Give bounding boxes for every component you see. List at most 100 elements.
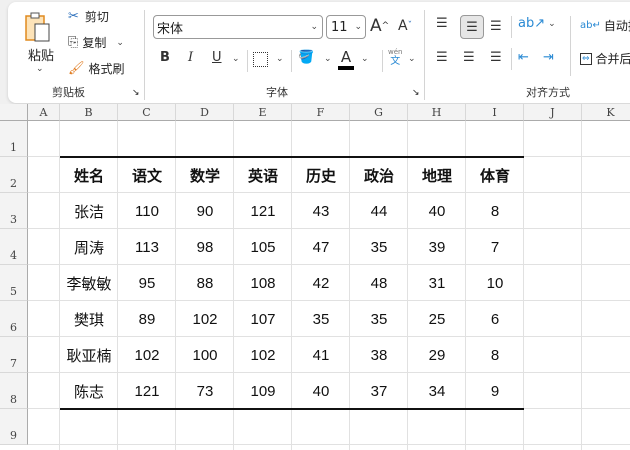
table-cell[interactable]: 73 [176,373,234,409]
table-cell[interactable]: 89 [118,301,176,337]
font-color-button[interactable]: A [338,48,354,70]
decrease-indent-button[interactable]: ⇤ [518,50,529,65]
column-header-E[interactable]: E [234,104,292,121]
font-color-dropdown-icon[interactable]: ⌄ [361,54,369,64]
table-cell[interactable]: 102 [234,337,292,373]
table-header-cell[interactable]: 历史 [292,157,350,193]
align-middle-button[interactable]: ☰ [460,15,484,39]
table-cell[interactable]: 10 [466,265,524,301]
table-cell[interactable]: 6 [466,301,524,337]
table-header-cell[interactable]: 姓名 [60,157,118,193]
table-cell[interactable]: 88 [176,265,234,301]
column-header-C[interactable]: C [118,104,176,121]
paste-dropdown-icon[interactable]: ⌄ [36,64,58,74]
table-cell[interactable]: 90 [176,193,234,229]
table-cell[interactable]: 95 [118,265,176,301]
table-header-cell[interactable]: 政治 [350,157,408,193]
table-cell[interactable]: 9 [466,373,524,409]
cut-button[interactable]: ✂ 剪切 [68,8,109,25]
align-right-button[interactable]: ☰ [490,50,502,65]
table-cell[interactable]: 44 [350,193,408,229]
table-cell[interactable]: 34 [408,373,466,409]
row-header-5[interactable]: 5 [0,265,28,301]
table-cell[interactable]: 樊琪 [60,301,118,337]
italic-button[interactable]: I [188,50,193,65]
table-cell[interactable]: 105 [234,229,292,265]
row-header-7[interactable]: 7 [0,337,28,373]
fill-dropdown-icon[interactable]: ⌄ [324,54,332,64]
borders-dropdown-icon[interactable]: ⌄ [276,54,284,64]
table-cell[interactable]: 35 [350,301,408,337]
table-cell[interactable]: 陈志 [60,373,118,409]
column-header-I[interactable]: I [466,104,524,121]
orientation-button[interactable]: ab↗ ⌄ [518,16,556,31]
table-cell[interactable]: 47 [292,229,350,265]
paste-button[interactable]: 粘贴 ⌄ [22,10,58,74]
table-cell[interactable]: 29 [408,337,466,373]
table-cell[interactable]: 121 [234,193,292,229]
table-cell[interactable]: 41 [292,337,350,373]
underline-button[interactable]: U [212,50,222,65]
table-cell[interactable]: 7 [466,229,524,265]
column-header-G[interactable]: G [350,104,408,121]
row-header-1[interactable]: 1 [0,121,28,157]
table-cell[interactable]: 35 [292,301,350,337]
table-header-cell[interactable]: 数学 [176,157,234,193]
table-cell[interactable]: 40 [292,373,350,409]
table-cell[interactable]: 102 [118,337,176,373]
format-painter-button[interactable]: 🖌 格式刷 [68,60,125,77]
table-cell[interactable]: 42 [292,265,350,301]
table-cell[interactable]: 40 [408,193,466,229]
merge-center-button[interactable]: ⇔ 合并后 [580,50,630,67]
align-center-button[interactable]: ☰ [463,50,475,65]
table-header-cell[interactable]: 英语 [234,157,292,193]
clipboard-launcher-icon[interactable]: ↘ [132,88,140,98]
increase-indent-button[interactable]: ⇥ [543,50,554,65]
copy-dropdown-icon[interactable]: ⌄ [116,38,124,48]
align-left-button[interactable]: ☰ [436,50,448,65]
table-cell[interactable]: 98 [176,229,234,265]
row-header-8[interactable]: 8 [0,373,28,409]
table-cell[interactable]: 38 [350,337,408,373]
column-header-H[interactable]: H [408,104,466,121]
table-cell[interactable]: 39 [408,229,466,265]
table-cell[interactable]: 25 [408,301,466,337]
row-header-4[interactable]: 4 [0,229,28,265]
align-top-button[interactable]: ☰ [436,16,448,31]
font-name-select[interactable]: 宋体 ⌄ [153,15,323,39]
column-header-B[interactable]: B [60,104,118,121]
shrink-font-button[interactable]: Aˇ [398,18,412,34]
font-size-select[interactable]: 11 ⌄ [326,15,366,39]
column-header-A[interactable]: A [28,104,60,121]
column-header-J[interactable]: J [524,104,582,121]
row-header-3[interactable]: 3 [0,193,28,229]
table-cell[interactable]: 35 [350,229,408,265]
column-header-K[interactable]: K [582,104,630,121]
table-header-cell[interactable]: 语文 [118,157,176,193]
select-all-button[interactable] [0,104,28,121]
table-cell[interactable]: 8 [466,193,524,229]
table-cell[interactable]: 8 [466,337,524,373]
row-header-6[interactable]: 6 [0,301,28,337]
column-header-F[interactable]: F [292,104,350,121]
table-cell[interactable]: 113 [118,229,176,265]
table-cell[interactable]: 109 [234,373,292,409]
bold-button[interactable]: B [160,50,170,65]
table-cell[interactable]: 张洁 [60,193,118,229]
copy-button[interactable]: ⎘ 复制 ⌄ [68,34,124,51]
table-cell[interactable]: 周涛 [60,229,118,265]
align-bottom-button[interactable]: ☰ [490,19,502,34]
column-header-D[interactable]: D [176,104,234,121]
spreadsheet-grid[interactable]: A B C D E F G H I J K 1 2 3 4 5 6 7 8 9 姓名 语文 数学 英语 历史 政治 地理 体育 张洁 11… [0,104,630,450]
table-cell[interactable]: 李敏敏 [60,265,118,301]
table-header-cell[interactable]: 体育 [466,157,524,193]
row-header-2[interactable]: 2 [0,157,28,193]
table-cell[interactable]: 102 [176,301,234,337]
table-cell[interactable]: 31 [408,265,466,301]
table-cell[interactable]: 107 [234,301,292,337]
table-cell[interactable]: 121 [118,373,176,409]
fill-color-icon[interactable]: 🪣 [298,50,314,65]
borders-icon[interactable] [253,52,268,67]
table-cell[interactable]: 110 [118,193,176,229]
row-header-9[interactable]: 9 [0,409,28,445]
